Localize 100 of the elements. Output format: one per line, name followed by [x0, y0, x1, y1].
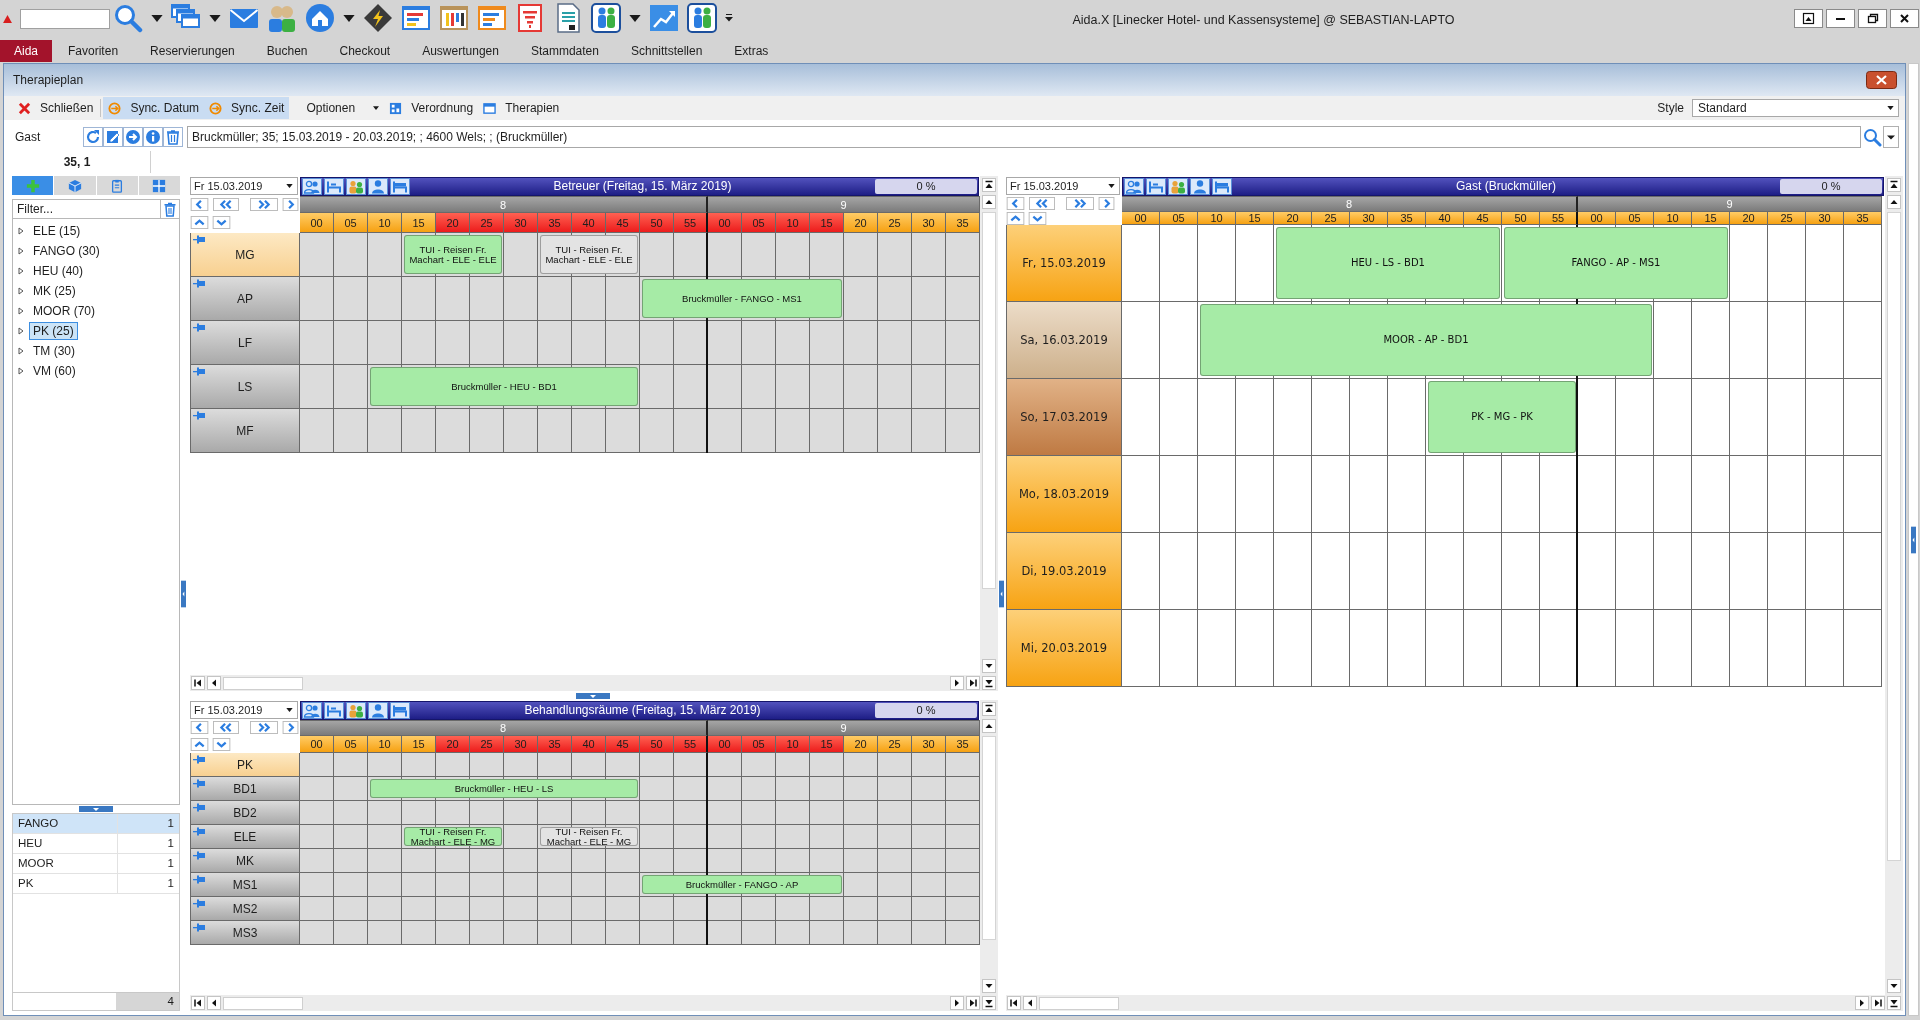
arrow-down-icon[interactable]	[982, 659, 996, 673]
appointment[interactable]: FANGO - AP - MS1	[1504, 227, 1728, 299]
tree-item[interactable]: HEU (40)	[29, 262, 87, 280]
filter-report-icon[interactable]	[515, 3, 545, 33]
chevron-right-icon[interactable]	[282, 197, 299, 211]
tree-item[interactable]: MK (25)	[29, 282, 80, 300]
style-dropdown[interactable]: Standard	[1692, 99, 1899, 117]
home-icon[interactable]	[305, 3, 335, 33]
appointment[interactable]: HEU - LS - BD1	[1276, 227, 1500, 299]
tree-item[interactable]: PK (25)	[29, 322, 78, 340]
time-grid[interactable]: HEU - LS - BD1 FANGO - AP - MS1 MOOR - AP - BD1 PK - MG - PK	[1122, 225, 1882, 687]
expand-arrow-icon[interactable]	[18, 307, 24, 315]
resource-header[interactable]: ELE	[190, 825, 300, 849]
panel-tab[interactable]	[138, 176, 180, 195]
panel-tab[interactable]	[54, 176, 96, 195]
menu-item[interactable]: Reservierungen	[134, 40, 251, 62]
collapse-handle-icon[interactable]	[79, 806, 113, 812]
double-chevron-left-icon[interactable]	[212, 197, 240, 211]
group-icon[interactable]	[346, 177, 366, 195]
double-chevron-left-icon[interactable]	[1028, 197, 1056, 210]
close-icon[interactable]	[1866, 71, 1897, 89]
pin-icon[interactable]	[193, 875, 207, 884]
date-header[interactable]: Mo, 18.03.2019	[1006, 456, 1122, 533]
pin-icon[interactable]	[193, 323, 207, 332]
pin-icon[interactable]	[193, 411, 207, 420]
jump-first-icon[interactable]	[1007, 996, 1021, 1010]
menu-item[interactable]: Stammdaten	[514, 40, 615, 62]
arrow-left-icon[interactable]	[207, 676, 221, 690]
jump-top-icon[interactable]	[1887, 178, 1901, 192]
people-icon[interactable]	[1124, 177, 1144, 195]
caret-down-icon[interactable]	[209, 14, 221, 22]
horizontal-scrollbar[interactable]	[190, 675, 980, 691]
summary-row[interactable]: HEU 1	[13, 834, 179, 854]
resource-header[interactable]: LF	[190, 321, 300, 365]
vertical-scrollbar[interactable]	[1885, 176, 1903, 1011]
chevron-up-icon[interactable]	[190, 216, 209, 229]
tree-item[interactable]: VM (60)	[29, 362, 80, 380]
pin-icon[interactable]	[193, 367, 207, 376]
chevron-right-icon[interactable]	[1098, 197, 1115, 210]
chevron-up-icon[interactable]	[1006, 211, 1025, 225]
date-picker[interactable]: Fr 15.03.2019	[190, 177, 298, 195]
horizontal-scrollbar[interactable]	[1006, 995, 1885, 1011]
jump-last-icon[interactable]	[966, 676, 980, 690]
date-header[interactable]: Mi, 20.03.2019	[1006, 610, 1122, 687]
expand-arrow-icon[interactable]	[18, 347, 24, 355]
arrow-down-icon[interactable]	[982, 979, 996, 993]
resource-header[interactable]: MS3	[190, 921, 300, 945]
report-icon[interactable]	[401, 3, 431, 33]
appointment[interactable]: Bruckmüller - HEU - BD1	[370, 367, 638, 406]
lightning-icon[interactable]	[363, 3, 393, 33]
chevron-left-icon[interactable]	[190, 721, 209, 734]
expand-arrow-icon[interactable]	[18, 367, 24, 375]
pin-icon[interactable]	[193, 899, 207, 908]
close-button[interactable]: Schließen	[13, 97, 99, 119]
tree-item[interactable]: FANGO (30)	[29, 242, 104, 260]
pin-icon[interactable]	[193, 235, 207, 244]
appointment[interactable]: TUI - Reisen Fr. Machart - ELE - MG	[540, 827, 638, 846]
scroll-thumb[interactable]	[1039, 996, 1119, 1010]
tree-item[interactable]: TM (30)	[29, 342, 79, 360]
tree-item[interactable]: ELE (15)	[29, 222, 85, 240]
options-dropdown[interactable]: Optionen	[301, 97, 385, 119]
guest-field[interactable]: Bruckmüller; 35; 15.03.2019 - 20.03.2019; ; 4600 Wels; ; (Bruckmüller)	[187, 126, 1861, 148]
date-picker[interactable]: Fr 15.03.2019	[1006, 177, 1120, 195]
date-header[interactable]: So, 17.03.2019	[1006, 379, 1122, 456]
search-icon[interactable]	[1862, 127, 1882, 147]
chevron-down-icon[interactable]	[212, 216, 231, 229]
minimize-icon[interactable]	[1826, 9, 1855, 28]
jump-bottom-icon[interactable]	[982, 676, 996, 690]
scroll-thumb[interactable]	[982, 736, 996, 940]
appointment[interactable]: Bruckmüller - HEU - LS	[370, 779, 638, 798]
vertical-scrollbar[interactable]	[980, 700, 998, 1011]
scroll-thumb[interactable]	[223, 676, 303, 690]
scroll-thumb[interactable]	[1887, 212, 1901, 862]
group-icon[interactable]	[1168, 177, 1188, 195]
therapies-button[interactable]: Therapien	[478, 97, 565, 119]
time-grid[interactable]: Bruckmüller - HEU - LS TUI - Reisen Fr. Machart - ELE - MG TUI - Reisen Fr. Machart - ELE - MG Bruckmüller - FANGO - AP	[300, 753, 980, 945]
double-chevron-right-icon[interactable]	[249, 197, 279, 211]
chevron-left-icon[interactable]	[1006, 197, 1025, 210]
jump-top-icon[interactable]	[982, 178, 996, 192]
pin-icon[interactable]	[193, 803, 207, 812]
resource-header[interactable]: MF	[190, 409, 300, 453]
summary-row[interactable]: MOOR 1	[13, 854, 179, 874]
date-header[interactable]: Fr, 15.03.2019	[1006, 225, 1122, 302]
double-chevron-left-icon[interactable]	[212, 721, 240, 734]
arrow-left-icon[interactable]	[207, 996, 221, 1010]
double-chevron-right-icon[interactable]	[1065, 197, 1095, 210]
collapse-handle-icon[interactable]	[999, 578, 1004, 609]
collapse-handle-icon[interactable]	[575, 692, 610, 699]
sync-date-button[interactable]: Sync. Datum	[103, 97, 205, 119]
expand-arrow-icon[interactable]	[18, 287, 24, 295]
arrow-down-icon[interactable]	[1887, 979, 1901, 993]
chevron-down-icon[interactable]	[212, 737, 231, 751]
arrow-right-icon[interactable]	[1855, 996, 1869, 1010]
bed-list-icon[interactable]	[324, 177, 344, 195]
caret-down-icon[interactable]	[1883, 126, 1899, 148]
chevron-left-icon[interactable]	[190, 197, 209, 211]
appointment[interactable]: TUI - Reisen Fr. Machart - ELE - MG	[404, 827, 502, 846]
caret-down-icon[interactable]	[343, 14, 355, 22]
search-icon[interactable]	[113, 3, 143, 33]
arrow-up-icon[interactable]	[982, 195, 996, 209]
